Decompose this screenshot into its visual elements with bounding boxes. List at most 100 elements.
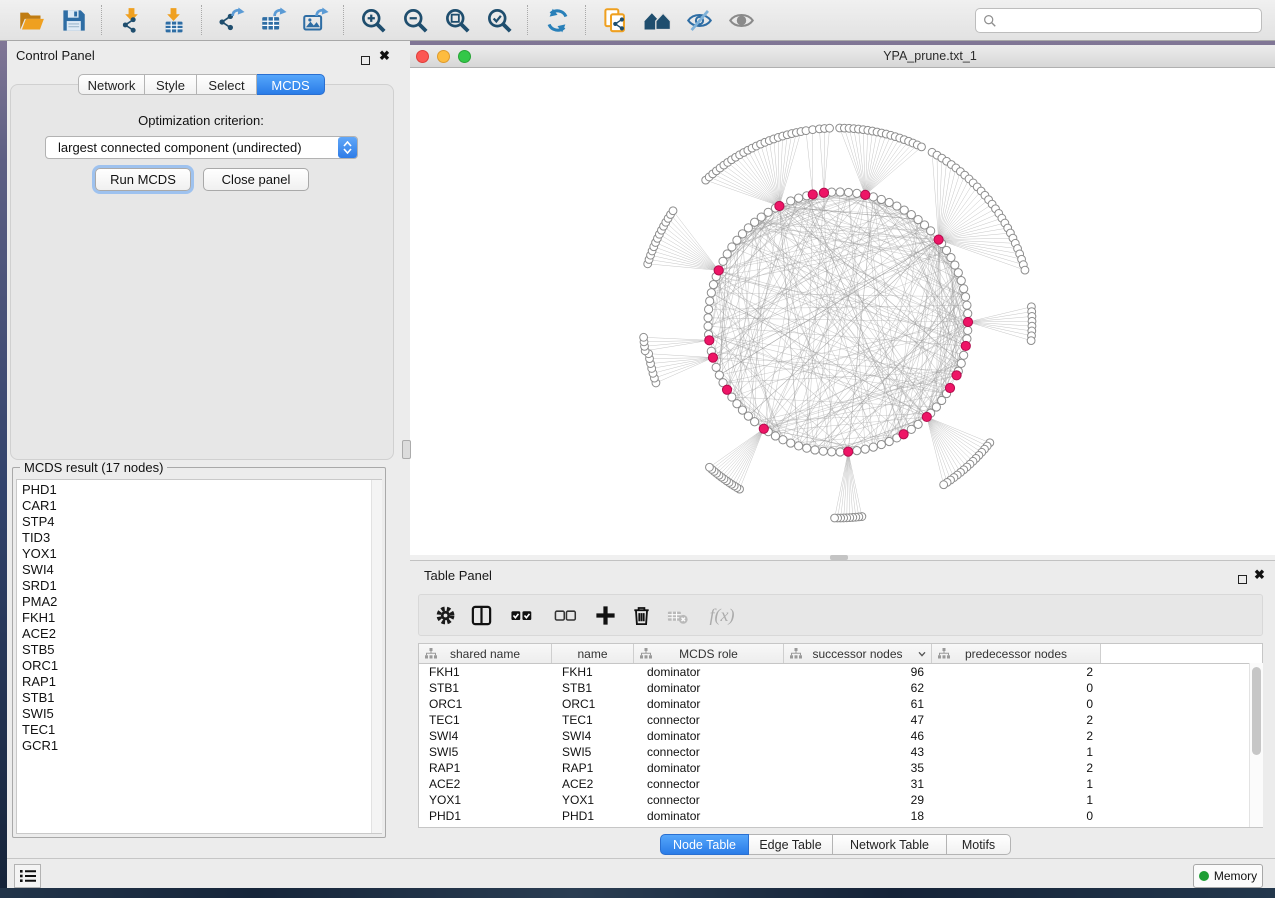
optimization-criterion-select[interactable]: largest connected component (undirected) xyxy=(45,136,358,159)
traffic-light-close[interactable] xyxy=(416,50,429,63)
export-table-icon[interactable] xyxy=(256,5,290,35)
cell-name: STB1 xyxy=(552,681,634,695)
mcds-result-item[interactable]: STP4 xyxy=(17,514,381,530)
table-row[interactable]: STB1STB1dominator620 xyxy=(419,680,1262,696)
tab-style[interactable]: Style xyxy=(145,74,197,95)
control-panel-close-icon[interactable]: ✖ xyxy=(379,50,390,61)
cell-predecessor-nodes: 2 xyxy=(932,713,1101,727)
mcds-result-item[interactable]: ACE2 xyxy=(17,626,381,642)
mcds-result-item[interactable]: GCR1 xyxy=(17,738,381,754)
mcds-result-item[interactable]: TEC1 xyxy=(17,722,381,738)
deselect-all-icon[interactable] xyxy=(548,602,582,628)
tab-edge-table[interactable]: Edge Table xyxy=(749,834,833,855)
mcds-result-item[interactable]: SRD1 xyxy=(17,578,381,594)
table-row[interactable]: TEC1TEC1connector472 xyxy=(419,712,1262,728)
cell-shared-name: ACE2 xyxy=(419,777,552,791)
tab-network[interactable]: Network xyxy=(78,74,145,95)
panel-splitter-grip[interactable] xyxy=(402,440,411,459)
mcds-result-item[interactable]: RAP1 xyxy=(17,674,381,690)
toolbar-separator xyxy=(101,5,103,35)
mcds-result-item[interactable]: ORC1 xyxy=(17,658,381,674)
mcds-result-item[interactable]: STB1 xyxy=(17,690,381,706)
zoom-selected-icon[interactable] xyxy=(482,5,516,35)
tab-mcds[interactable]: MCDS xyxy=(257,74,325,95)
search-box[interactable] xyxy=(975,8,1262,33)
table-panel-tabs: Node TableEdge TableNetwork TableMotifs xyxy=(660,834,1011,855)
column-header-MCDS-role[interactable]: MCDS role xyxy=(634,644,784,663)
mcds-result-item[interactable]: STB5 xyxy=(17,642,381,658)
column-header-successor-nodes[interactable]: successor nodes xyxy=(784,644,932,663)
column-header-predecessor-nodes[interactable]: predecessor nodes xyxy=(932,644,1101,663)
tab-motifs[interactable]: Motifs xyxy=(947,834,1011,855)
mcds-result-item[interactable]: SWI4 xyxy=(17,562,381,578)
delete-rows-trash-icon[interactable] xyxy=(628,602,654,628)
table-row[interactable]: PHD1PHD1dominator180 xyxy=(419,808,1262,824)
mcds-result-item[interactable]: PHD1 xyxy=(17,482,381,498)
traffic-light-minimize[interactable] xyxy=(437,50,450,63)
refresh-icon[interactable] xyxy=(540,5,574,35)
select-all-icon[interactable] xyxy=(504,602,538,628)
table-row[interactable]: FKH1FKH1dominator962 xyxy=(419,664,1262,680)
run-mcds-button[interactable]: Run MCDS xyxy=(95,168,191,191)
cell-MCDS-role: connector xyxy=(634,793,784,807)
table-row[interactable]: YOX1YOX1connector291 xyxy=(419,792,1262,808)
mcds-result-item[interactable]: FKH1 xyxy=(17,610,381,626)
table-row[interactable]: RAP1RAP1dominator352 xyxy=(419,760,1262,776)
open-icon[interactable] xyxy=(14,5,48,35)
cell-shared-name: PHD1 xyxy=(419,809,552,823)
cell-successor-nodes: 47 xyxy=(784,713,932,727)
clone-network-icon[interactable] xyxy=(598,5,632,35)
traffic-light-zoom[interactable] xyxy=(458,50,471,63)
memory-button[interactable]: Memory xyxy=(1193,864,1263,888)
mcds-result-item[interactable]: YOX1 xyxy=(17,546,381,562)
cell-successor-nodes: 18 xyxy=(784,809,932,823)
import-table-icon[interactable] xyxy=(156,5,190,35)
mcds-result-item[interactable]: TID3 xyxy=(17,530,381,546)
hide-eye-icon[interactable] xyxy=(682,5,716,35)
cell-successor-nodes: 29 xyxy=(784,793,932,807)
table-panel-float-icon[interactable] xyxy=(1238,571,1247,589)
zoom-in-icon[interactable] xyxy=(356,5,390,35)
toolbar-separator xyxy=(201,5,203,35)
search-input[interactable] xyxy=(1001,10,1261,32)
mcds-result-list[interactable]: PHD1CAR1STP4TID3YOX1SWI4SRD1PMA2FKH1ACE2… xyxy=(16,479,382,834)
network-view[interactable] xyxy=(410,68,1275,555)
export-network-icon[interactable] xyxy=(214,5,248,35)
tab-network-table[interactable]: Network Table xyxy=(833,834,947,855)
mcds-result-item[interactable]: PMA2 xyxy=(17,594,381,610)
cell-successor-nodes: 35 xyxy=(784,761,932,775)
cell-successor-nodes: 31 xyxy=(784,777,932,791)
zoom-out-icon[interactable] xyxy=(398,5,432,35)
control-panel-float-icon[interactable] xyxy=(361,52,370,70)
mcds-result-item[interactable]: SWI5 xyxy=(17,706,381,722)
task-history-button[interactable] xyxy=(14,864,41,888)
network-window-titlebar[interactable] xyxy=(410,45,1275,68)
column-header-name[interactable]: name xyxy=(552,644,634,663)
column-header-shared-name[interactable]: shared name xyxy=(419,644,552,663)
column-label: shared name xyxy=(450,647,520,661)
eye-icon[interactable] xyxy=(724,5,758,35)
import-network-icon[interactable] xyxy=(114,5,148,35)
table-row[interactable]: SWI4SWI4dominator462 xyxy=(419,728,1262,744)
mcds-result-item[interactable]: CAR1 xyxy=(17,498,381,514)
table-row[interactable]: ACE2ACE2connector311 xyxy=(419,776,1262,792)
save-icon[interactable] xyxy=(56,5,90,35)
table-scrollbar-thumb[interactable] xyxy=(1252,667,1261,755)
column-label: name xyxy=(577,647,607,661)
show-columns-icon[interactable] xyxy=(468,602,494,628)
homes-icon[interactable] xyxy=(640,5,674,35)
cell-predecessor-nodes: 2 xyxy=(932,665,1101,679)
mcds-list-scrollbar[interactable] xyxy=(371,480,382,833)
table-panel-close-icon[interactable]: ✖ xyxy=(1254,569,1265,580)
table-row[interactable]: SWI5SWI5connector431 xyxy=(419,744,1262,760)
table-row[interactable]: ORC1ORC1dominator610 xyxy=(419,696,1262,712)
add-column-icon[interactable] xyxy=(592,602,618,628)
tab-node-table[interactable]: Node Table xyxy=(660,834,749,855)
delete-column-icon xyxy=(664,602,690,628)
table-options-gear-icon[interactable] xyxy=(432,602,458,628)
zoom-fit-icon[interactable] xyxy=(440,5,474,35)
close-panel-button[interactable]: Close panel xyxy=(203,168,309,191)
export-image-icon[interactable] xyxy=(298,5,332,35)
tab-select[interactable]: Select xyxy=(197,74,257,95)
cell-name: FKH1 xyxy=(552,665,634,679)
